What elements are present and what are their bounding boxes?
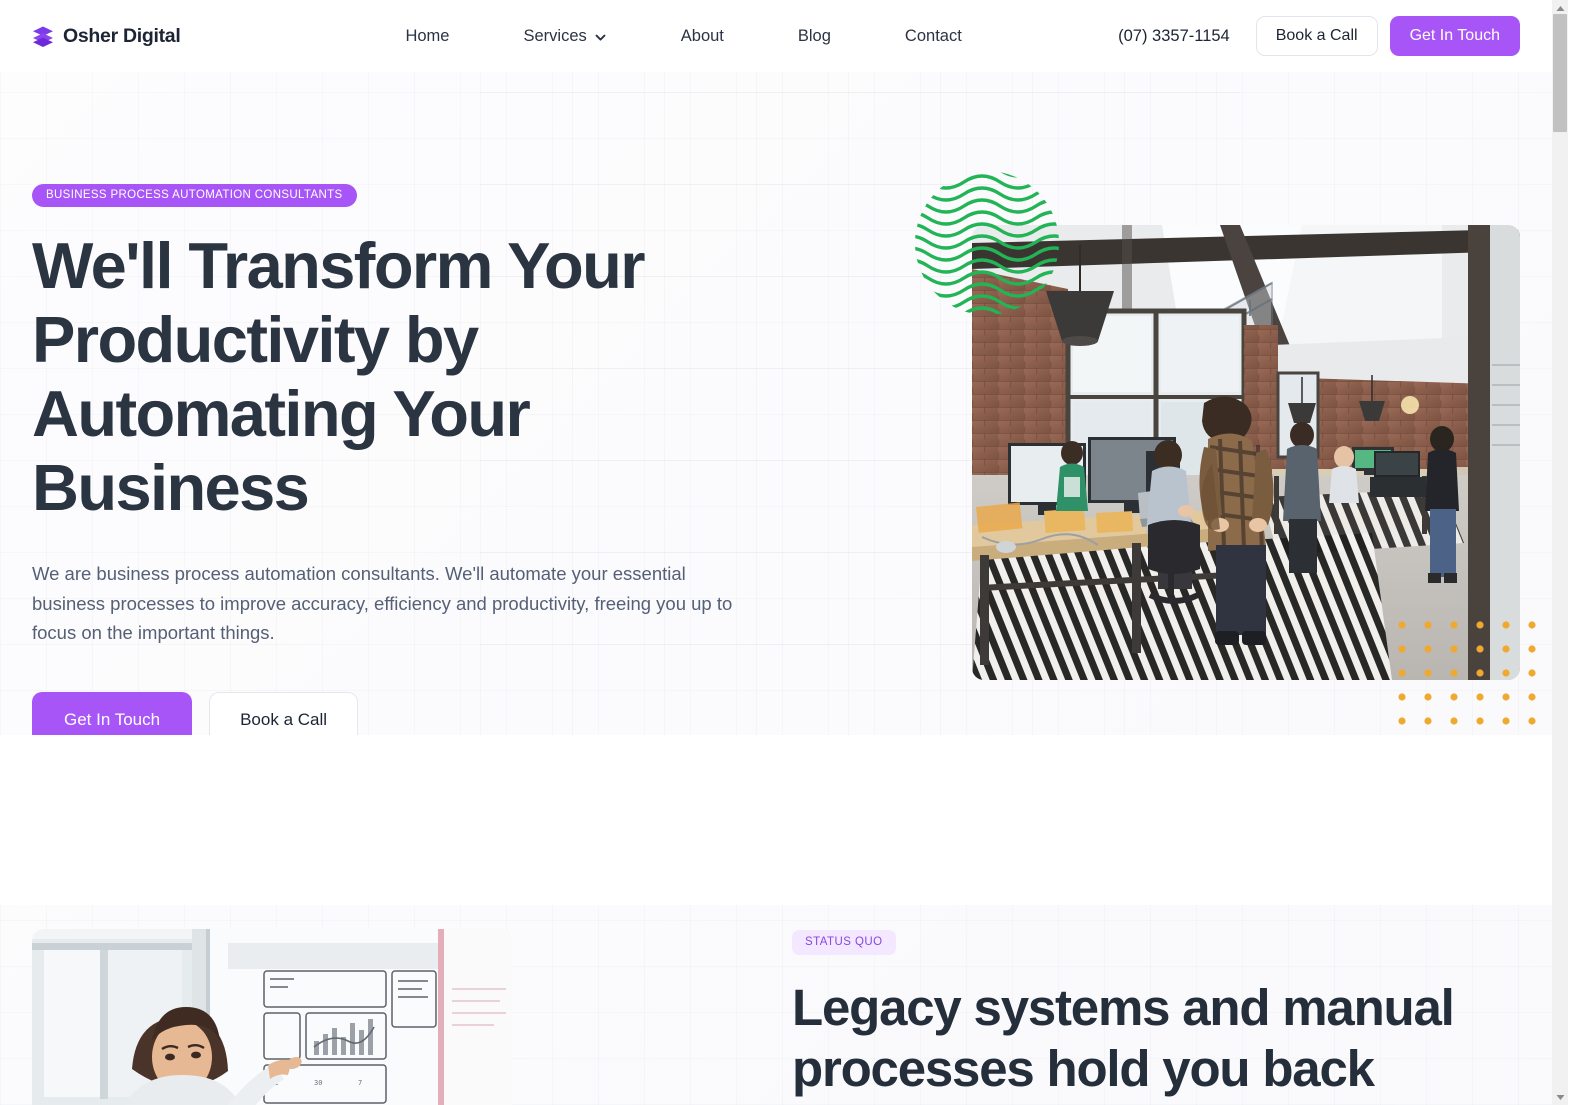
hero-eyebrow-badge: BUSINESS PROCESS AUTOMATION CONSULTANTS [32, 184, 357, 207]
nav-label-services: Services [523, 26, 587, 45]
hero-subtitle: We are business process automation consu… [32, 563, 733, 643]
nav-label-about: About [680, 26, 724, 45]
nav-item-services[interactable]: Services [486, 27, 643, 46]
nav-label-blog: Blog [797, 26, 831, 45]
status-quo-section: 31307 [0, 870, 1568, 1105]
hero-content: BUSINESS PROCESS AUTOMATION CONSULTANTS … [32, 184, 792, 748]
site-logo[interactable]: Osher Digital [32, 24, 181, 48]
layers-stack-icon [32, 25, 54, 47]
nav-item-blog[interactable]: Blog [761, 27, 868, 46]
hero-section: BUSINESS PROCESS AUTOMATION CONSULTANTS … [0, 0, 1568, 760]
site-logo-text: Osher Digital [63, 24, 181, 47]
browser-viewport: BUSINESS PROCESS AUTOMATION CONSULTANTS … [0, 0, 1568, 1105]
nav-label-contact: Contact [904, 26, 962, 45]
hero-book-a-call-button[interactable]: Book a Call [209, 691, 359, 748]
site-header: Osher Digital Home Services About Blog C… [0, 0, 1568, 72]
nav-item-home[interactable]: Home [368, 27, 486, 46]
status-quo-headline: Legacy systems and manual processes hold… [792, 979, 1455, 1097]
svg-text:30: 30 [314, 1079, 322, 1087]
main-navigation: Home Services About Blog Contact [368, 27, 998, 46]
header-actions: (07) 3357-1154 Book a Call Get In Touch [1118, 16, 1520, 56]
header-book-a-call-button[interactable]: Book a Call [1255, 16, 1378, 56]
svg-text:7: 7 [358, 1079, 362, 1087]
status-quo-content: STATUS QUO Legacy systems and manual pro… [792, 930, 1492, 1099]
scrollbar-thumb[interactable] [1553, 14, 1567, 132]
whiteboard-image: 31307 [32, 929, 512, 1105]
header-get-in-touch-button[interactable]: Get In Touch [1389, 16, 1520, 56]
nav-label-home: Home [405, 26, 450, 45]
hero-headline: We'll Transform Your Productivity by Aut… [32, 229, 646, 524]
hero-cta-group: Get In Touch Book a Call [32, 691, 792, 748]
hero-get-in-touch-button[interactable]: Get In Touch [32, 691, 193, 748]
phone-number-link[interactable]: (07) 3357-1154 [1118, 27, 1230, 46]
page-scrollbar[interactable] [1552, 0, 1568, 1105]
hero-office-image [972, 225, 1520, 680]
status-quo-badge: STATUS QUO [792, 930, 896, 955]
nav-item-contact[interactable]: Contact [868, 27, 999, 46]
chevron-down-icon [594, 30, 607, 43]
nav-item-about[interactable]: About [644, 27, 761, 46]
scrollbar-down-arrow-icon[interactable] [1552, 1089, 1568, 1105]
